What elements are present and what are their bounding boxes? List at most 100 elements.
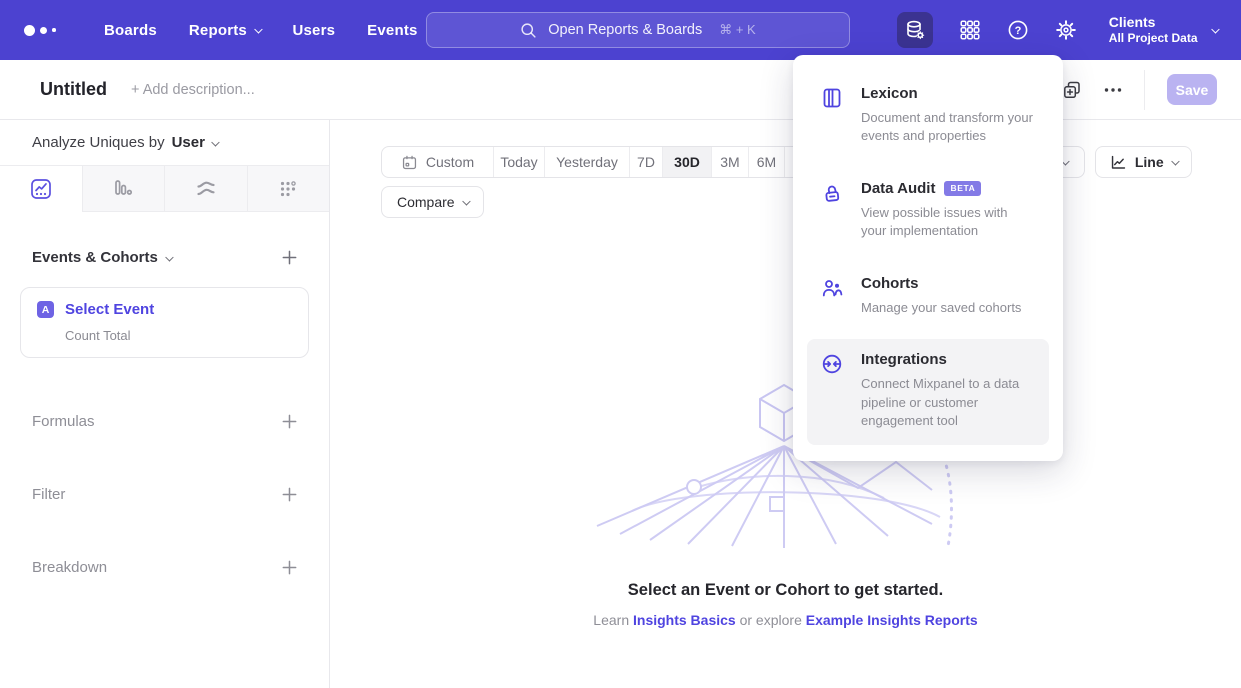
date-range-30d-selected[interactable]: 30D (662, 147, 711, 177)
report-description-field[interactable]: + Add description... (131, 82, 255, 98)
database-gear-icon (904, 19, 926, 41)
line-chart-icon (1110, 154, 1127, 171)
count-type-selector[interactable]: Count Total (65, 328, 292, 343)
event-row-card[interactable]: A Select Event Count Total (20, 287, 309, 358)
tab-metrics-grid[interactable] (247, 166, 330, 212)
settings-button[interactable] (1055, 12, 1077, 48)
project-name: All Project Data (1109, 31, 1198, 46)
search-shortcut: ⌘ + K (719, 22, 756, 38)
nav-item-users[interactable]: Users (292, 22, 335, 39)
example-reports-link[interactable]: Example Insights Reports (806, 612, 978, 628)
add-filter-button[interactable] (280, 485, 299, 504)
insights-report-page: Boards Reports Users Events Open Reports… (0, 0, 1241, 688)
apps-grid-icon (959, 19, 981, 41)
analyze-label: Analyze Uniques by (32, 134, 165, 151)
search-placeholder: Open Reports & Boards (548, 22, 702, 38)
menu-item-data-audit[interactable]: Data Audit BETA View possible issues wit… (807, 168, 1049, 255)
global-search-input[interactable]: Open Reports & Boards ⌘ + K (426, 12, 850, 48)
tab-flow-chart[interactable] (164, 166, 247, 212)
nav-item-events[interactable]: Events (367, 22, 417, 39)
date-range-7d[interactable]: 7D (629, 147, 662, 177)
analyze-value-dropdown[interactable]: User (172, 134, 205, 151)
lexicon-book-icon (821, 87, 843, 109)
top-navigation-bar: Boards Reports Users Events Open Reports… (0, 0, 1241, 60)
nav-item-boards[interactable]: Boards (104, 22, 157, 39)
plus-icon (280, 412, 299, 431)
add-breakdown-button[interactable] (280, 558, 299, 577)
filter-label: Filter (32, 486, 65, 503)
menu-item-cohorts[interactable]: Cohorts Manage your saved cohorts (807, 263, 1049, 331)
series-letter-badge: A (37, 301, 54, 318)
tab-bar-chart[interactable] (82, 166, 165, 212)
chevron-down-icon (462, 197, 470, 205)
bar-chart-tab-icon (111, 177, 135, 201)
events-cohorts-header: Events & Cohorts (0, 248, 329, 267)
add-formula-button[interactable] (280, 412, 299, 431)
data-audit-lock-icon (821, 182, 843, 204)
menu-item-title: Integrations (861, 351, 1035, 368)
insights-basics-link[interactable]: Insights Basics (633, 612, 736, 628)
date-range-3m[interactable]: 3M (711, 147, 748, 177)
svg-text:?: ? (1014, 25, 1021, 37)
events-cohorts-toggle[interactable]: Events & Cohorts (32, 249, 171, 266)
help-icon: ? (1007, 19, 1029, 41)
menu-item-description: Manage your saved cohorts (861, 299, 1021, 317)
breakdown-section: Breakdown (0, 558, 329, 577)
date-range-custom[interactable]: Custom (382, 147, 493, 177)
date-range-6m[interactable]: 6M (748, 147, 784, 177)
menu-item-title: Lexicon (861, 85, 1035, 102)
apps-grid-button[interactable] (959, 12, 981, 48)
save-button[interactable]: Save (1167, 74, 1217, 105)
primary-nav: Boards Reports Users Events (104, 22, 418, 39)
report-canvas: Custom Today Yesterday 7D 30D 3M 6M 12M … (330, 120, 1241, 688)
report-title[interactable]: Untitled (40, 79, 107, 100)
line-chart-tab-icon (29, 177, 53, 201)
more-menu-icon[interactable] (1104, 87, 1122, 93)
date-range-yesterday[interactable]: Yesterday (544, 147, 629, 177)
formulas-section: Formulas (0, 412, 329, 431)
menu-item-integrations[interactable]: Integrations Connect Mixpanel to a data … (807, 339, 1049, 444)
report-actions: Save (1062, 70, 1217, 110)
add-event-button[interactable] (280, 248, 299, 267)
plus-icon (280, 248, 299, 267)
chevron-down-icon (255, 25, 263, 33)
integrations-sync-icon (821, 353, 843, 375)
cohorts-people-icon (821, 277, 843, 299)
plus-icon (280, 485, 299, 504)
analyze-uniques-row: Analyze Uniques by User (0, 120, 329, 166)
formulas-label: Formulas (32, 413, 95, 430)
empty-state-subtitle: Learn Insights Basics or explore Example… (330, 612, 1241, 628)
project-switcher[interactable]: Clients All Project Data (1109, 14, 1217, 47)
data-management-dropdown: Lexicon Document and transform your even… (793, 55, 1063, 461)
beta-badge: BETA (944, 181, 981, 196)
help-button[interactable]: ? (1007, 12, 1029, 48)
date-range-today[interactable]: Today (493, 147, 544, 177)
search-icon (520, 22, 537, 39)
filter-section: Filter (0, 485, 329, 504)
chart-type-tabs (0, 166, 329, 212)
calendar-icon (401, 154, 418, 171)
select-event-button[interactable]: Select Event (65, 301, 154, 318)
compare-button[interactable]: Compare (381, 186, 484, 218)
chevron-down-icon (1211, 25, 1219, 33)
menu-item-lexicon[interactable]: Lexicon Document and transform your even… (807, 73, 1049, 160)
menu-item-title: Data Audit BETA (861, 180, 1035, 197)
menu-item-description: Document and transform your events and p… (861, 109, 1035, 146)
query-builder-sidebar: Analyze Uniques by User (0, 120, 330, 688)
header-divider (1144, 70, 1145, 110)
duplicate-icon[interactable] (1062, 80, 1082, 100)
tab-line-chart[interactable] (0, 166, 82, 212)
menu-item-title: Cohorts (861, 275, 1021, 292)
data-management-button[interactable] (897, 12, 933, 48)
chevron-down-icon (1171, 157, 1179, 165)
gear-icon (1055, 19, 1077, 41)
nav-item-reports[interactable]: Reports (189, 22, 261, 39)
flow-tab-icon (194, 177, 218, 201)
mixpanel-logo[interactable] (24, 25, 66, 36)
menu-item-description: Connect Mixpanel to a data pipeline or c… (861, 375, 1035, 430)
plus-icon (280, 558, 299, 577)
breakdown-label: Breakdown (32, 559, 107, 576)
org-name: Clients (1109, 14, 1198, 32)
chevron-down-icon[interactable] (212, 138, 220, 146)
chart-type-button[interactable]: Line (1095, 146, 1192, 178)
